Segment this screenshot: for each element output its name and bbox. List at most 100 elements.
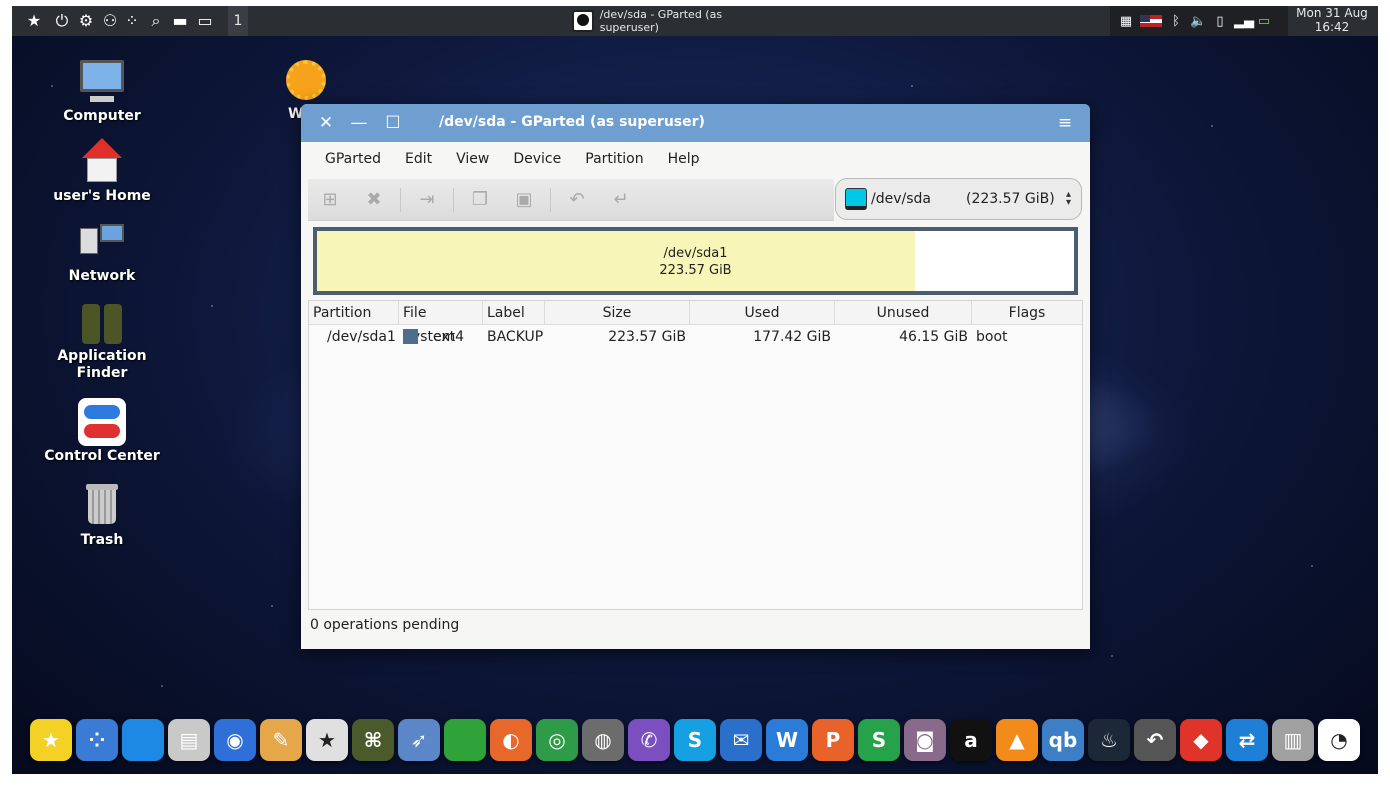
close-icon[interactable]: ✕ xyxy=(316,113,336,133)
software-store-icon[interactable]: ★ xyxy=(306,719,348,761)
backup-icon[interactable]: ↶ xyxy=(1134,719,1176,761)
column-file-system[interactable]: File System xyxy=(399,300,483,345)
partition-table: Partition File System Label Size Used Un… xyxy=(308,300,1083,610)
battery-icon[interactable]: ▭ xyxy=(1256,14,1272,29)
desktop-icon-network[interactable]: Network xyxy=(42,218,162,285)
column-unused[interactable]: Unused xyxy=(835,300,972,325)
map-partition-size: 223.57 GiB xyxy=(659,263,732,278)
presentation-icon[interactable]: P xyxy=(812,719,854,761)
desktop-screen: ★ ⏻ ⚙ ⚇ ⁘ ⌕ ▬ ▭ 1 /dev/sda - GParted (as… xyxy=(12,6,1378,774)
clipboard-icon[interactable]: ▯ xyxy=(1212,14,1228,29)
taskbar-window-button[interactable]: /dev/sda - GParted (as superuser) xyxy=(572,6,782,36)
cell-flags: boot xyxy=(976,329,1008,345)
hamburger-menu-icon[interactable]: ≡ xyxy=(1055,113,1075,133)
device-size: (223.57 GiB) xyxy=(966,191,1055,207)
a-app-icon[interactable]: a xyxy=(950,719,992,761)
app-finder-icon[interactable]: ⌘ xyxy=(352,719,394,761)
sun-icon xyxy=(282,58,330,106)
teamviewer-icon[interactable]: ⇄ xyxy=(1226,719,1268,761)
column-used[interactable]: Used xyxy=(690,300,835,325)
spreadsheet-icon[interactable]: S xyxy=(858,719,900,761)
desktop-icon-home[interactable]: user's Home xyxy=(42,138,162,205)
table-row[interactable]: /dev/sda1 ext4 BACKUP 223.57 GiB 177.42 … xyxy=(309,326,1082,348)
menu-gparted[interactable]: GParted xyxy=(313,151,393,167)
qbittorrent-icon[interactable]: qb xyxy=(1042,719,1084,761)
steam-icon[interactable]: ♨ xyxy=(1088,719,1130,761)
desktop-icon-label: user's Home xyxy=(53,188,151,204)
column-label[interactable]: Label xyxy=(483,300,545,325)
harddisk-icon xyxy=(845,188,867,210)
window-titlebar[interactable]: ✕ — ☐ /dev/sda - GParted (as superuser) … xyxy=(301,104,1090,142)
menu-partition[interactable]: Partition xyxy=(573,151,655,167)
favorites-icon[interactable]: ★ xyxy=(30,719,72,761)
settings-icon[interactable]: ⚙ xyxy=(76,11,96,31)
chrome-icon[interactable]: ◎ xyxy=(536,719,578,761)
star-icon[interactable]: ★ xyxy=(24,11,44,31)
signal-icon[interactable]: ▂▄ xyxy=(1234,14,1254,29)
clock-time: 16:42 xyxy=(1314,20,1350,34)
menu-edit[interactable]: Edit xyxy=(393,151,444,167)
gparted-icon[interactable]: ◔ xyxy=(1318,719,1360,761)
menu-help[interactable]: Help xyxy=(656,151,712,167)
desktop-icon-label: Application Finder xyxy=(57,348,147,381)
apps-grid-icon[interactable]: ⁘ xyxy=(122,11,142,31)
maximize-icon[interactable]: ☐ xyxy=(383,113,403,133)
control-center-icon[interactable]: ◉ xyxy=(214,719,256,761)
webcam-icon[interactable]: ◙ xyxy=(904,719,946,761)
earth-pro-icon[interactable]: ◍ xyxy=(582,719,624,761)
viber-icon[interactable]: ✆ xyxy=(628,719,670,761)
workspace-switcher[interactable]: 1 xyxy=(228,6,248,36)
show-desktop-icon[interactable]: ▭ xyxy=(195,11,215,31)
power-icon[interactable]: ⏻ xyxy=(52,11,72,31)
minimize-icon[interactable]: — xyxy=(349,113,369,133)
volume-icon[interactable]: 🔈 xyxy=(1190,14,1206,29)
undo-icon[interactable]: ↶ xyxy=(555,189,599,210)
binoculars-icon xyxy=(78,298,126,346)
vlc-icon[interactable]: ▲ xyxy=(996,719,1038,761)
file-cabinet-icon[interactable]: ▤ xyxy=(168,719,210,761)
mail-icon[interactable]: ✉ xyxy=(720,719,762,761)
toolbar: ⊞ ✖ ⇥ ❐ ▣ ↶ ↵ xyxy=(308,179,834,221)
toolbar-separator xyxy=(550,187,551,212)
keyboard-icon[interactable]: ▦ xyxy=(1118,14,1134,29)
delete-icon[interactable]: ✖ xyxy=(352,189,396,210)
fs-color-swatch xyxy=(399,326,427,348)
device-selector[interactable]: /dev/sda (223.57 GiB) ▴ ▾ xyxy=(835,178,1082,220)
skype-icon[interactable]: S xyxy=(674,719,716,761)
firefox-icon[interactable]: ◐ xyxy=(490,719,532,761)
folder-icon[interactable]: ▬ xyxy=(170,11,190,31)
trash-icon[interactable]: ▥ xyxy=(1272,719,1314,761)
redo-icon[interactable]: ↵ xyxy=(599,189,643,210)
desktop-icon[interactable] xyxy=(122,719,164,761)
clock[interactable]: Mon 31 Aug 16:42 xyxy=(1292,6,1372,36)
column-partition[interactable]: Partition xyxy=(309,300,399,325)
column-flags[interactable]: Flags xyxy=(972,301,1082,325)
binoculars-icon[interactable]: ⚇ xyxy=(100,11,120,31)
menu-device[interactable]: Device xyxy=(501,151,573,167)
anydesk-icon[interactable]: ◆ xyxy=(1180,719,1222,761)
trash-icon xyxy=(78,482,126,530)
control-center-icon xyxy=(78,398,126,446)
desktop-icon-trash[interactable]: Trash xyxy=(42,482,162,549)
partition-map[interactable]: /dev/sda1 223.57 GiB xyxy=(313,227,1078,295)
copy-icon[interactable]: ❐ xyxy=(458,189,502,210)
apply-icon[interactable]: ⇥ xyxy=(405,189,449,210)
us-flag-icon[interactable] xyxy=(1140,15,1162,27)
new-partition-icon[interactable]: ⊞ xyxy=(308,189,352,210)
search-icon[interactable]: ⌕ xyxy=(146,11,166,31)
rocket-icon[interactable]: ➶ xyxy=(398,719,440,761)
writer-icon[interactable]: W xyxy=(766,719,808,761)
appearance-icon[interactable]: ✎ xyxy=(260,719,302,761)
column-size[interactable]: Size xyxy=(545,300,690,325)
status-bar: 0 operations pending xyxy=(310,617,460,633)
desktop-icon-control-center[interactable]: Control Center xyxy=(42,398,162,465)
pipe-icon[interactable] xyxy=(444,719,486,761)
bluetooth-icon[interactable]: ᛒ xyxy=(1168,14,1184,29)
desktop-icon-application-finder[interactable]: Application Finder xyxy=(42,298,162,382)
app-grid-icon[interactable]: ⁘ xyxy=(76,719,118,761)
cell-filesystem: ext4 xyxy=(433,329,465,345)
desktop-icon-computer[interactable]: Computer xyxy=(42,58,162,125)
menu-view[interactable]: View xyxy=(444,151,501,167)
paste-icon[interactable]: ▣ xyxy=(502,189,546,210)
menu-bar: GParted Edit View Device Partition Help xyxy=(301,142,1090,176)
